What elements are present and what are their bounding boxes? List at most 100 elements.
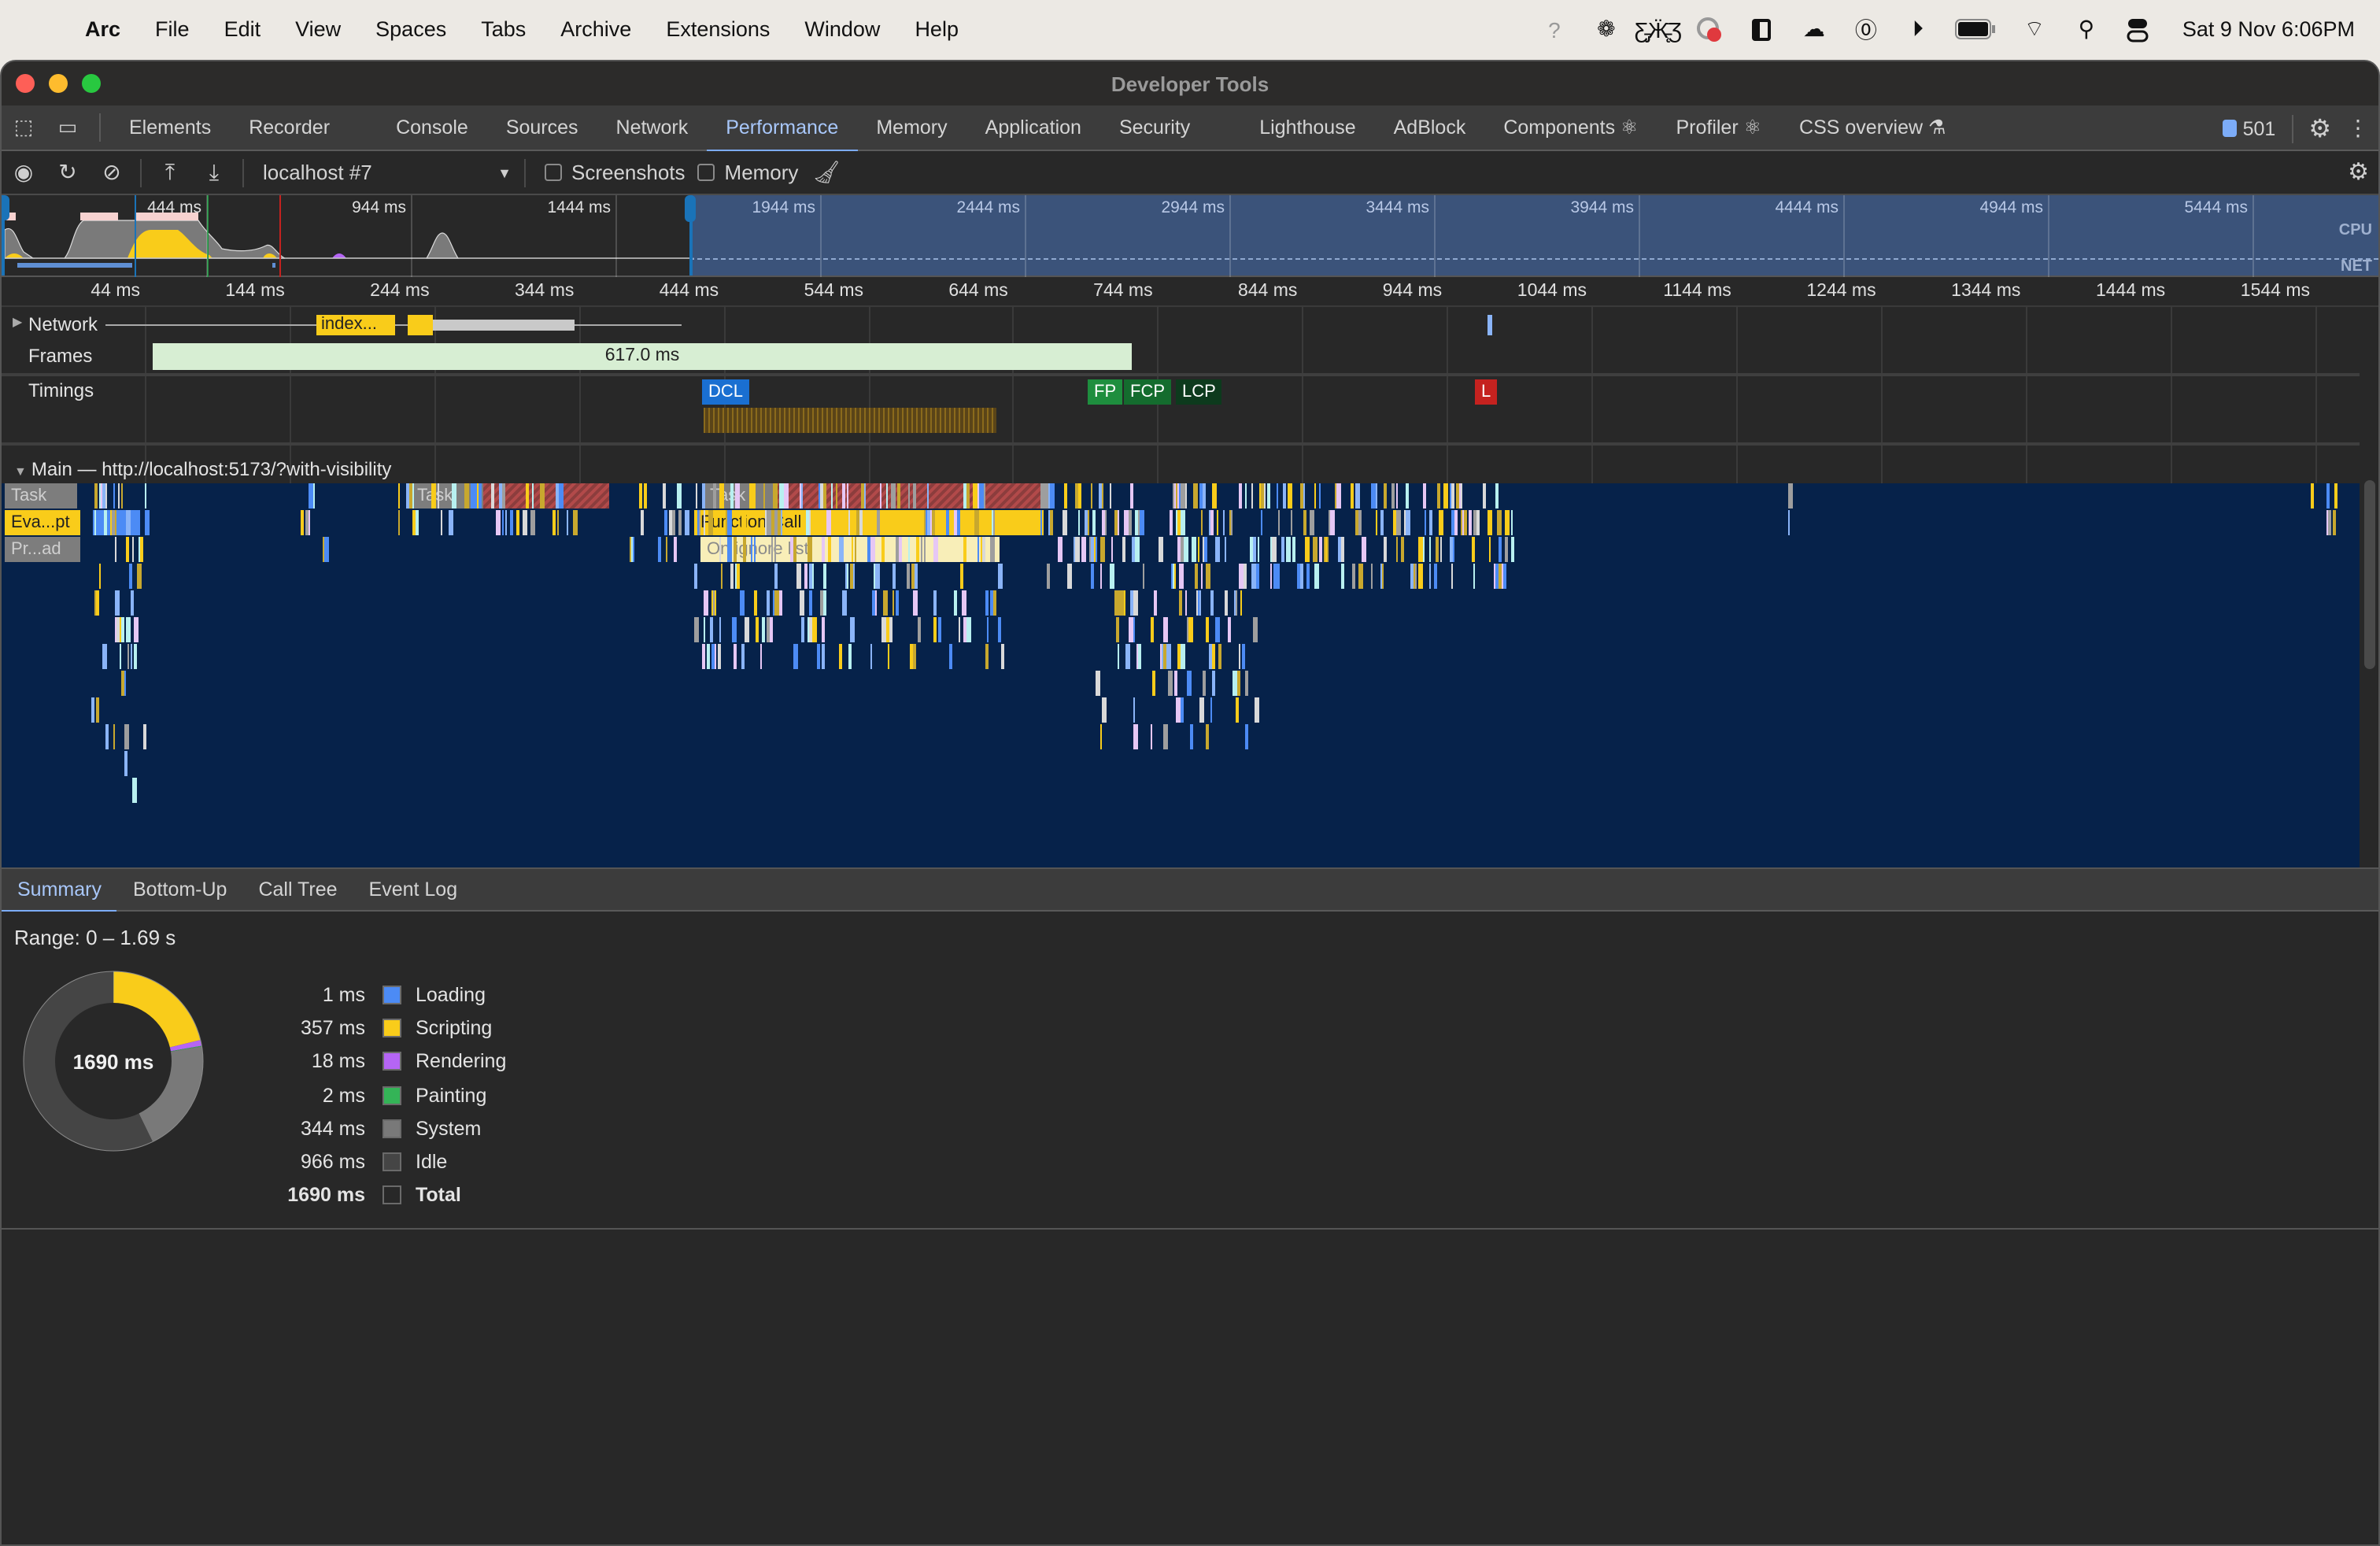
flame-slice[interactable] bbox=[1163, 644, 1167, 669]
flame-slice[interactable] bbox=[532, 483, 534, 509]
flame-slice[interactable] bbox=[1245, 671, 1248, 696]
flame-slice[interactable] bbox=[567, 510, 569, 535]
flame-slice[interactable] bbox=[1087, 510, 1090, 535]
flame-slice[interactable] bbox=[449, 510, 453, 535]
flame-slice[interactable] bbox=[1067, 564, 1072, 589]
flame-slice[interactable] bbox=[744, 617, 749, 642]
flame-slice[interactable] bbox=[397, 510, 400, 535]
flame-slice[interactable] bbox=[876, 510, 881, 535]
flame-slice[interactable] bbox=[115, 590, 120, 616]
flame-slice[interactable] bbox=[1277, 483, 1279, 509]
flame-slice[interactable] bbox=[896, 483, 900, 509]
flame-slice[interactable] bbox=[703, 617, 706, 642]
flame-slice[interactable] bbox=[1410, 564, 1414, 589]
flame-slice[interactable] bbox=[1354, 510, 1358, 535]
flame-slice[interactable] bbox=[1450, 537, 1453, 562]
flame-slice[interactable] bbox=[472, 483, 477, 509]
flame-slice[interactable] bbox=[1099, 724, 1103, 749]
flame-slice[interactable] bbox=[526, 483, 529, 509]
flame-slice[interactable] bbox=[94, 483, 98, 509]
flame-slice[interactable] bbox=[1395, 483, 1399, 509]
flame-slice[interactable] bbox=[1238, 644, 1241, 669]
flame-slice[interactable] bbox=[911, 564, 915, 589]
flame-slice[interactable] bbox=[1240, 590, 1243, 616]
flame-slice[interactable] bbox=[1422, 483, 1426, 509]
tab-summary[interactable]: Summary bbox=[2, 867, 118, 913]
flame-slice[interactable] bbox=[412, 510, 416, 535]
flame-slice[interactable] bbox=[1370, 564, 1373, 589]
flame-slice[interactable] bbox=[1189, 724, 1193, 749]
flame-slice[interactable] bbox=[1405, 510, 1410, 535]
flame-slice[interactable] bbox=[842, 590, 847, 616]
flame-slice[interactable] bbox=[1212, 671, 1216, 696]
flame-slice[interactable] bbox=[800, 617, 804, 642]
flame-slice[interactable] bbox=[2327, 510, 2331, 535]
flame-slice[interactable] bbox=[838, 537, 844, 562]
device-toolbar-icon[interactable]: ▭ bbox=[46, 115, 90, 140]
flame-slice[interactable] bbox=[1371, 483, 1376, 509]
flame-slice[interactable] bbox=[1440, 537, 1443, 562]
flame-slice[interactable] bbox=[773, 483, 778, 509]
flame-slice[interactable] bbox=[1135, 537, 1140, 562]
flame-slice[interactable] bbox=[966, 483, 970, 509]
flame-slice[interactable] bbox=[1186, 617, 1189, 642]
flame-slice[interactable] bbox=[889, 617, 893, 642]
flame-slice[interactable] bbox=[1499, 537, 1502, 562]
main-flame-chart[interactable]: Task Task Task Eva...pt Function Call Pr… bbox=[2, 483, 2360, 867]
flame-slice[interactable] bbox=[674, 537, 678, 562]
flame-slice[interactable] bbox=[1181, 697, 1184, 723]
flame-slice[interactable] bbox=[1081, 537, 1086, 562]
checkbox-box[interactable] bbox=[545, 164, 562, 181]
flame-slice[interactable] bbox=[933, 537, 938, 562]
flame-slice[interactable] bbox=[1239, 483, 1243, 509]
flame-slice[interactable] bbox=[130, 590, 135, 616]
flame-slice[interactable] bbox=[885, 483, 889, 509]
flame-slice[interactable] bbox=[1239, 564, 1242, 589]
flame-slice[interactable] bbox=[1352, 564, 1355, 589]
flame-slice[interactable] bbox=[1180, 510, 1185, 535]
flame-slice[interactable] bbox=[1482, 483, 1487, 509]
tab-sources[interactable]: Sources bbox=[487, 105, 597, 150]
flame-slice[interactable] bbox=[97, 510, 100, 535]
flame-slice[interactable] bbox=[1129, 510, 1133, 535]
flame-slice[interactable] bbox=[1125, 644, 1130, 669]
flame-slice[interactable] bbox=[1177, 644, 1181, 669]
flame-slice[interactable] bbox=[874, 590, 877, 616]
flame-slice[interactable] bbox=[663, 483, 666, 509]
flame-slice[interactable] bbox=[644, 483, 648, 509]
flame-slice[interactable] bbox=[1175, 510, 1177, 535]
flame-slice[interactable] bbox=[1102, 510, 1105, 535]
flame-slice[interactable] bbox=[697, 510, 700, 535]
flame-slice[interactable] bbox=[737, 564, 740, 589]
flame-slice[interactable] bbox=[1380, 510, 1384, 535]
flame-slice[interactable] bbox=[719, 483, 724, 509]
flame-slice[interactable] bbox=[929, 510, 933, 535]
flame-slice[interactable] bbox=[1046, 564, 1051, 589]
flame-slice[interactable] bbox=[1418, 564, 1424, 589]
flame-slice[interactable] bbox=[1078, 510, 1081, 535]
flame-slice[interactable] bbox=[438, 483, 440, 509]
flame-slice[interactable] bbox=[1210, 697, 1213, 723]
flame-slice[interactable] bbox=[1122, 537, 1125, 562]
flame-slice[interactable] bbox=[998, 564, 1003, 589]
flame-slice[interactable] bbox=[751, 483, 756, 509]
menu-spaces[interactable]: Spaces bbox=[375, 17, 446, 41]
flame-slice[interactable] bbox=[556, 510, 560, 535]
flame-slice[interactable] bbox=[1439, 510, 1443, 535]
flame-slice[interactable] bbox=[856, 510, 860, 535]
flame-slice[interactable] bbox=[1451, 483, 1454, 509]
flame-slice[interactable] bbox=[134, 644, 138, 669]
flame-slice[interactable] bbox=[821, 644, 825, 669]
flame-slice[interactable] bbox=[1788, 510, 1791, 535]
flame-slice[interactable] bbox=[1210, 590, 1214, 616]
flame-slice[interactable] bbox=[1133, 590, 1138, 616]
record-button[interactable]: ◉ bbox=[2, 159, 46, 186]
menu-tabs[interactable]: Tabs bbox=[481, 17, 526, 41]
capture-settings-gear-icon[interactable]: ⚙ bbox=[2348, 157, 2369, 186]
more-options-icon[interactable]: ⋮ bbox=[2347, 115, 2369, 142]
flame-slice[interactable] bbox=[778, 483, 784, 509]
flame-slice[interactable] bbox=[981, 483, 984, 509]
flame-slice[interactable] bbox=[719, 617, 721, 642]
flame-slice[interactable] bbox=[1074, 483, 1078, 509]
flame-slice[interactable] bbox=[1251, 564, 1257, 589]
